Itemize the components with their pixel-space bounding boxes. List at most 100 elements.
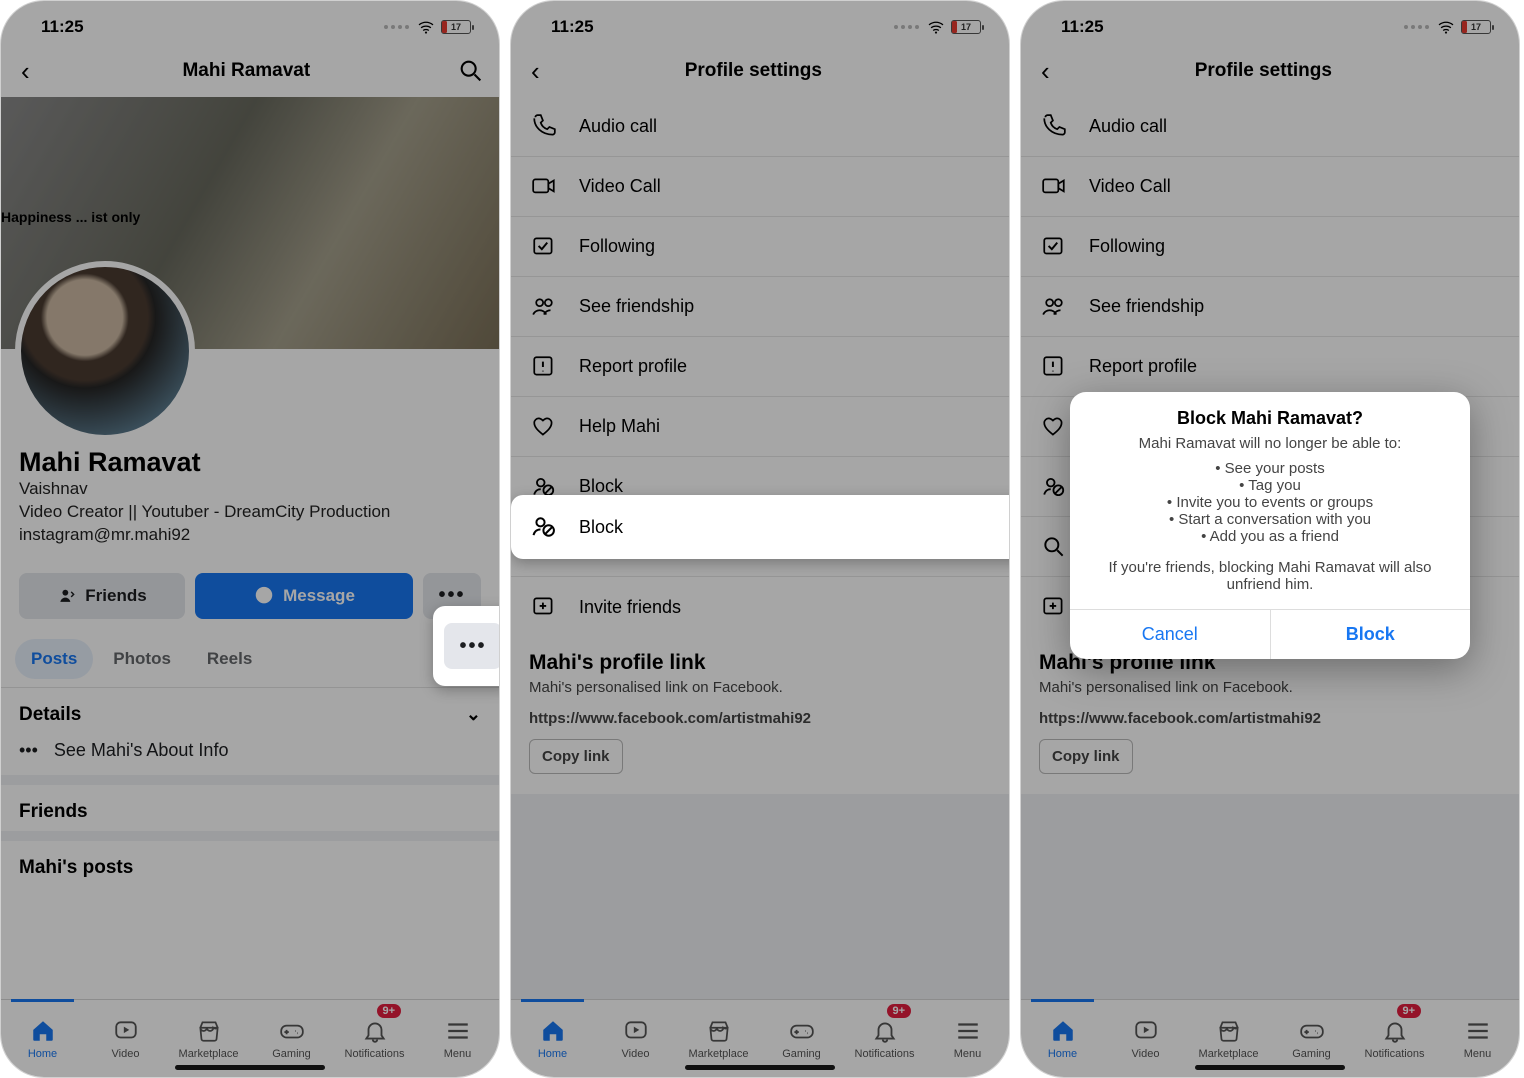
details-header[interactable]: Details ⌄: [1, 688, 499, 734]
status-time: 11:25: [1061, 17, 1104, 37]
row-report-profile[interactable]: Report profile: [511, 337, 1009, 397]
search-icon: [1039, 532, 1069, 562]
search-icon[interactable]: [457, 57, 485, 85]
row-label: Invite friends: [579, 597, 681, 618]
nav-notifications[interactable]: Notifications9+: [843, 1000, 926, 1077]
notification-badge: 9+: [887, 1004, 912, 1018]
nav-menu[interactable]: Menu: [416, 1000, 499, 1077]
menu-icon: [445, 1018, 471, 1044]
nav-home[interactable]: Home: [1, 1000, 84, 1077]
heart-icon: [529, 412, 559, 442]
home-icon: [30, 1018, 56, 1044]
status-time: 11:25: [41, 17, 84, 37]
row-audio-call[interactable]: Audio call: [1021, 97, 1519, 157]
nav-video[interactable]: Video: [1104, 1000, 1187, 1077]
nav-home[interactable]: Home: [1021, 1000, 1104, 1077]
phone-icon: [1039, 112, 1069, 142]
nav-menu[interactable]: Menu: [1436, 1000, 1519, 1077]
dialog-li: Start a conversation with you: [1094, 511, 1446, 528]
message-button-label: Message: [283, 586, 355, 606]
settings-topnav: ‹ Profile settings: [511, 45, 1009, 97]
settings-title: Profile settings: [554, 60, 953, 82]
nav-notifications[interactable]: Notifications9+: [1353, 1000, 1436, 1077]
nav-video[interactable]: Video: [594, 1000, 677, 1077]
row-see-friendship[interactable]: See friendship: [511, 277, 1009, 337]
row-label: Help Mahi: [579, 416, 660, 437]
friends-button[interactable]: Friends: [19, 573, 185, 619]
ellipsis-icon: •••: [19, 740, 38, 761]
dialog-li: See your posts: [1094, 460, 1446, 477]
row-following[interactable]: Following: [1021, 217, 1519, 277]
about-info-row[interactable]: ••• See Mahi's About Info: [1, 734, 499, 775]
row-label: Block: [579, 476, 623, 497]
row-following[interactable]: Following: [511, 217, 1009, 277]
profile-link-title: Mahi's profile link: [529, 651, 991, 675]
tab-photos[interactable]: Photos: [97, 639, 187, 679]
phone-icon: [529, 112, 559, 142]
cell-signal-icon: [1404, 25, 1429, 29]
row-label: See friendship: [579, 296, 694, 317]
row-label: Audio call: [579, 116, 657, 137]
nav-video[interactable]: Video: [84, 1000, 167, 1077]
row-see-friendship[interactable]: See friendship: [1021, 277, 1519, 337]
home-indicator: [175, 1065, 325, 1070]
video-icon: [623, 1018, 649, 1044]
menu-icon: [955, 1018, 981, 1044]
row-help[interactable]: Help Mahi: [511, 397, 1009, 457]
cover-photo[interactable]: Happiness ... ist only: [1, 97, 499, 349]
dialog-block-button[interactable]: Block: [1270, 610, 1471, 659]
about-info-label: See Mahi's About Info: [54, 740, 229, 761]
status-time: 11:25: [551, 17, 594, 37]
cover-text: Happiness ... ist only: [1, 209, 140, 225]
copy-link-button[interactable]: Copy link: [529, 739, 623, 774]
copy-link-button[interactable]: Copy link: [1039, 739, 1133, 774]
row-invite-friends[interactable]: Invite friends: [511, 577, 1009, 637]
video-icon: [1133, 1018, 1159, 1044]
people-icon: [529, 292, 559, 322]
profile-avatar[interactable]: [15, 261, 195, 441]
bell-icon: [1382, 1018, 1408, 1044]
dialog-list: See your posts Tag you Invite you to eve…: [1070, 452, 1470, 553]
friend-icon: [57, 586, 77, 606]
report-icon: [529, 352, 559, 382]
marketplace-icon: [706, 1018, 732, 1044]
settings-topnav: ‹ Profile settings: [1021, 45, 1519, 97]
nav-menu[interactable]: Menu: [926, 1000, 1009, 1077]
profile-link-section: Mahi's profile link Mahi's personalised …: [511, 637, 1009, 794]
row-report-profile[interactable]: Report profile: [1021, 337, 1519, 397]
profile-link-sub: Mahi's personalised link on Facebook.: [529, 679, 991, 696]
back-icon[interactable]: ‹: [1035, 52, 1056, 91]
posts-section-header: Mahi's posts: [1, 841, 499, 887]
highlight-block-row[interactable]: Block: [511, 495, 1010, 559]
friends-section-header: Friends: [1, 785, 499, 831]
profile-link-sub: Mahi's personalised link on Facebook.: [1039, 679, 1501, 696]
profile-name: Mahi Ramavat: [19, 447, 481, 478]
back-icon[interactable]: ‹: [525, 52, 546, 91]
screen-profile-settings: 11:25 17 ‹ Profile settings Audio call V…: [510, 0, 1010, 1078]
row-audio-call[interactable]: Audio call: [511, 97, 1009, 157]
highlight-more-button: •••: [433, 606, 500, 686]
message-button[interactable]: Message: [195, 573, 413, 619]
gaming-icon: [279, 1018, 305, 1044]
block-icon: [1039, 472, 1069, 502]
dialog-title: Block Mahi Ramavat?: [1070, 392, 1470, 435]
block-icon: [529, 512, 559, 542]
row-video-call[interactable]: Video Call: [511, 157, 1009, 217]
bell-icon: [362, 1018, 388, 1044]
battery-icon: 17: [951, 20, 981, 34]
tab-posts[interactable]: Posts: [15, 639, 93, 679]
tab-reels[interactable]: Reels: [191, 639, 268, 679]
row-label: Report profile: [579, 356, 687, 377]
nav-notifications[interactable]: Notifications9+: [333, 1000, 416, 1077]
row-video-call[interactable]: Video Call: [1021, 157, 1519, 217]
home-icon: [540, 1018, 566, 1044]
status-bar: 11:25 17: [1, 1, 499, 45]
wifi-icon: [1437, 20, 1455, 34]
back-icon[interactable]: ‹: [15, 52, 36, 91]
following-icon: [529, 232, 559, 262]
home-indicator: [685, 1065, 835, 1070]
dialog-cancel-button[interactable]: Cancel: [1070, 610, 1270, 659]
marketplace-icon: [1216, 1018, 1242, 1044]
more-button-highlighted[interactable]: •••: [444, 623, 500, 669]
nav-home[interactable]: Home: [511, 1000, 594, 1077]
